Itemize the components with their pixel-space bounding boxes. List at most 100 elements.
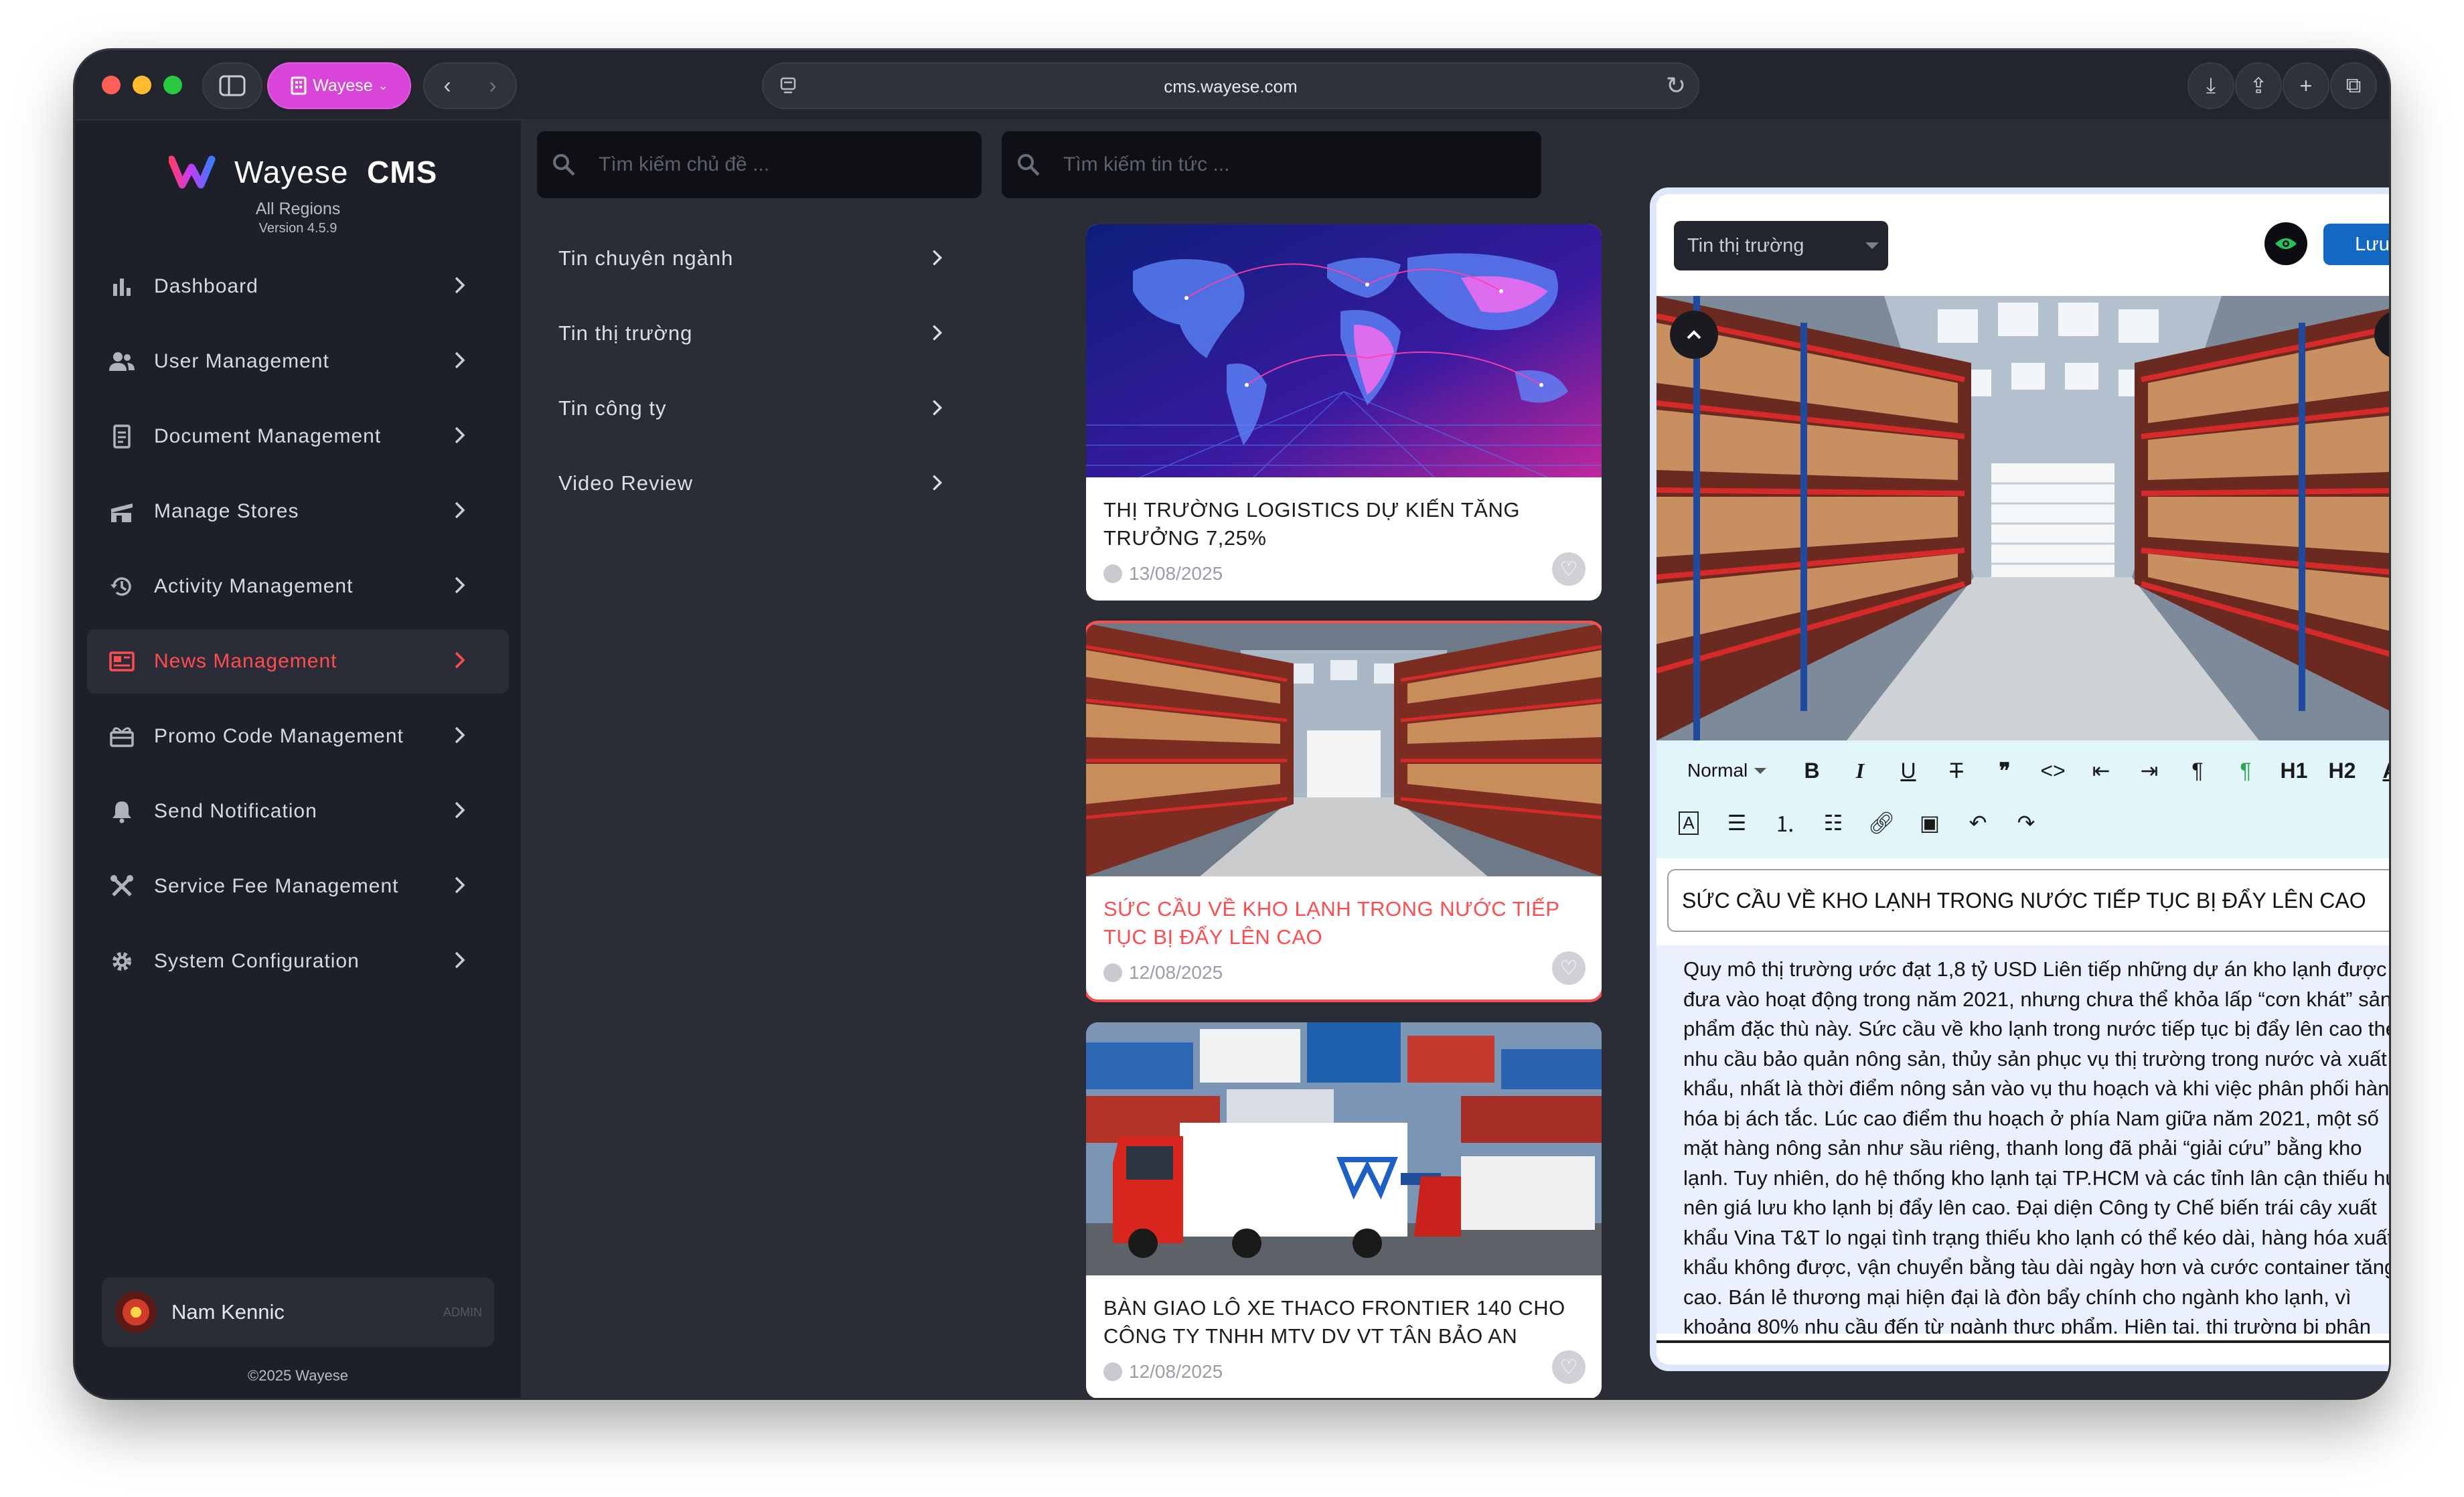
zoom-window-button[interactable] <box>163 76 182 94</box>
news-date: 13/08/2025 <box>1086 558 1602 601</box>
indent-decrease-icon[interactable]: ⇤ <box>2077 751 2125 791</box>
sidebar-icon <box>219 75 246 96</box>
italic-icon[interactable]: I <box>1836 751 1884 791</box>
underline-icon[interactable]: U <box>1884 751 1932 791</box>
share-button[interactable]: ⇪ <box>2235 62 2282 109</box>
heading-1-button[interactable]: H1 <box>2270 751 2318 791</box>
collapse-image-button[interactable] <box>1670 311 1718 359</box>
tagline-input[interactable] <box>1800 1366 2135 1371</box>
paragraph-rtl-icon[interactable]: ¶ <box>2222 751 2270 791</box>
wayese-logo-icon <box>169 155 216 189</box>
category-select[interactable]: Tin thị trường <box>1674 221 1888 270</box>
chevron-right-icon <box>933 475 943 491</box>
code-icon[interactable]: <> <box>2029 751 2077 791</box>
close-window-button[interactable] <box>102 76 121 94</box>
menu-item-label: Promo Code Management <box>154 725 404 747</box>
hero-image <box>1657 296 2389 740</box>
strikethrough-icon[interactable]: T <box>1932 751 1981 791</box>
chevron-right-icon <box>455 801 465 819</box>
preview-button[interactable] <box>2264 222 2307 265</box>
news-card[interactable]: BÀN GIAO LÔ XE THACO FRONTIER 140 CHO CÔ… <box>1086 1022 1602 1398</box>
blockquote-icon[interactable]: ❞ <box>1981 751 2029 791</box>
history-nav: ‹ › <box>423 62 517 109</box>
chevron-right-icon <box>455 726 465 744</box>
minimize-window-button[interactable] <box>133 76 151 94</box>
menu-item-send-notification[interactable]: Send Notification <box>87 779 509 844</box>
warehouse-hero-image <box>1657 296 2389 740</box>
menu-item-user-management[interactable]: User Management <box>87 329 509 394</box>
menu-item-promo-code-management[interactable]: Promo Code Management <box>87 704 509 769</box>
download-icon: ⤓ <box>2206 73 2216 97</box>
favorite-button[interactable]: ♡ <box>1552 951 1586 985</box>
new-tab-button[interactable]: + <box>2283 62 2329 109</box>
favorite-button[interactable]: ♡ <box>1552 552 1586 586</box>
bar-chart-icon <box>107 272 137 301</box>
category-label: Tin thị trường <box>558 321 693 345</box>
menu-item-label: Dashboard <box>154 275 258 297</box>
favorite-button[interactable]: ♡ <box>1552 1350 1586 1384</box>
format-select[interactable]: Normal <box>1687 760 1788 781</box>
brand-logo[interactable]: Wayese CMS <box>169 154 437 190</box>
category-item[interactable]: Tin chuyên ngành <box>537 221 966 296</box>
menu-item-activity-management[interactable]: Activity Management <box>87 554 509 619</box>
bold-icon[interactable]: B <box>1788 751 1836 791</box>
news-card[interactable]: THỊ TRƯỜNG LOGISTICS DỰ KIẾN TĂNG TRƯỞNG… <box>1086 224 1602 601</box>
profile-label: Wayese <box>313 76 373 95</box>
back-arrow-icon[interactable]: ‹ <box>443 73 451 99</box>
news-date: 12/08/2025 <box>1086 957 1602 1000</box>
bell-icon <box>107 797 137 826</box>
menu-item-manage-stores[interactable]: Manage Stores <box>87 479 509 544</box>
calendar-icon <box>1103 1362 1122 1381</box>
undo-icon[interactable]: ↶ <box>1954 803 2002 843</box>
chevron-right-icon <box>933 400 943 416</box>
indent-increase-icon[interactable]: ⇥ <box>2125 751 2173 791</box>
download-button[interactable]: ⤓ <box>2187 62 2234 109</box>
tab-overview-button[interactable]: ⧉ <box>2330 62 2377 109</box>
category-item[interactable]: Video Review <box>537 446 966 521</box>
align-left-icon[interactable]: ☰ <box>1713 803 1761 843</box>
topic-search-field[interactable]: Tìm kiếm chủ đề ... <box>537 131 982 198</box>
redo-icon[interactable]: ↷ <box>2002 803 2050 843</box>
background-color-icon[interactable]: A <box>1665 803 1713 843</box>
menu-item-service-fee-management[interactable]: Service Fee Management <box>87 854 509 919</box>
promo-icon <box>107 722 137 751</box>
news-list: THỊ TRƯỜNG LOGISTICS DỰ KIẾN TĂNG TRƯỞNG… <box>1086 224 1602 1398</box>
reload-icon[interactable]: ↻ <box>1666 72 1686 100</box>
news-card-selected[interactable]: SỨC CẦU VỀ KHO LẠNH TRONG NƯỚC TIẾP TỤC … <box>1086 623 1602 1000</box>
news-title: THỊ TRƯỜNG LOGISTICS DỰ KIẾN TĂNG TRƯỞNG… <box>1103 498 1520 550</box>
heading-2-button[interactable]: H2 <box>2318 751 2366 791</box>
news-search-field[interactable]: Tìm kiếm tin tức ... <box>1002 131 1541 198</box>
category-item[interactable]: Tin thị trường <box>537 296 966 371</box>
category-label: Video Review <box>558 471 693 495</box>
address-bar[interactable]: cms.wayese.com ↻ <box>762 62 1699 109</box>
menu-item-label: User Management <box>154 350 329 372</box>
text-color-icon[interactable]: A <box>2366 751 2389 791</box>
forward-arrow-icon[interactable]: › <box>489 73 496 99</box>
link-icon[interactable]: 🔗︎ <box>1857 803 1906 843</box>
user-profile-card[interactable]: Nam Kennic ADMIN <box>102 1277 494 1347</box>
gear-icon <box>107 947 137 976</box>
save-button[interactable]: Lưu <box>2323 224 2389 265</box>
browser-window: Wayese ⌄ ‹ › cms.wayese.com ↻ ⤓ ⇪ + ⧉ Wa… <box>75 50 2389 1398</box>
news-body-editor[interactable]: Quy mô thị trường ước đạt 1,8 tỷ USD Liê… <box>1657 945 2389 1334</box>
users-icon <box>107 347 137 376</box>
menu-item-dashboard[interactable]: Dashboard <box>87 254 509 319</box>
news-date: 12/08/2025 <box>1086 1356 1602 1398</box>
ordered-list-icon[interactable]: ⒈ <box>1761 803 1809 843</box>
category-item[interactable]: Tin công ty <box>537 371 966 446</box>
bullet-list-icon[interactable]: ☷ <box>1809 803 1857 843</box>
menu-item-system-configuration[interactable]: System Configuration <box>87 929 509 994</box>
paragraph-ltr-icon[interactable]: ¶ <box>2173 751 2222 791</box>
menu-item-label: News Management <box>154 650 337 672</box>
menu-item-document-management[interactable]: Document Management <box>87 404 509 469</box>
history-icon <box>107 572 137 601</box>
pencil-icon <box>2388 325 2389 345</box>
profile-switcher[interactable]: Wayese ⌄ <box>267 62 411 109</box>
menu-item-label: Manage Stores <box>154 500 299 522</box>
news-title-field[interactable]: SỨC CẦU VỀ KHO LẠNH TRONG NƯỚC TIẾP TỤC … <box>1667 869 2389 932</box>
menu-item-news-management[interactable]: News Management <box>87 629 509 694</box>
sidebar-toggle-button[interactable] <box>202 62 262 109</box>
menu-item-label: Document Management <box>154 425 382 447</box>
image-icon[interactable]: ▣ <box>1906 803 1954 843</box>
eye-icon <box>2275 238 2297 249</box>
